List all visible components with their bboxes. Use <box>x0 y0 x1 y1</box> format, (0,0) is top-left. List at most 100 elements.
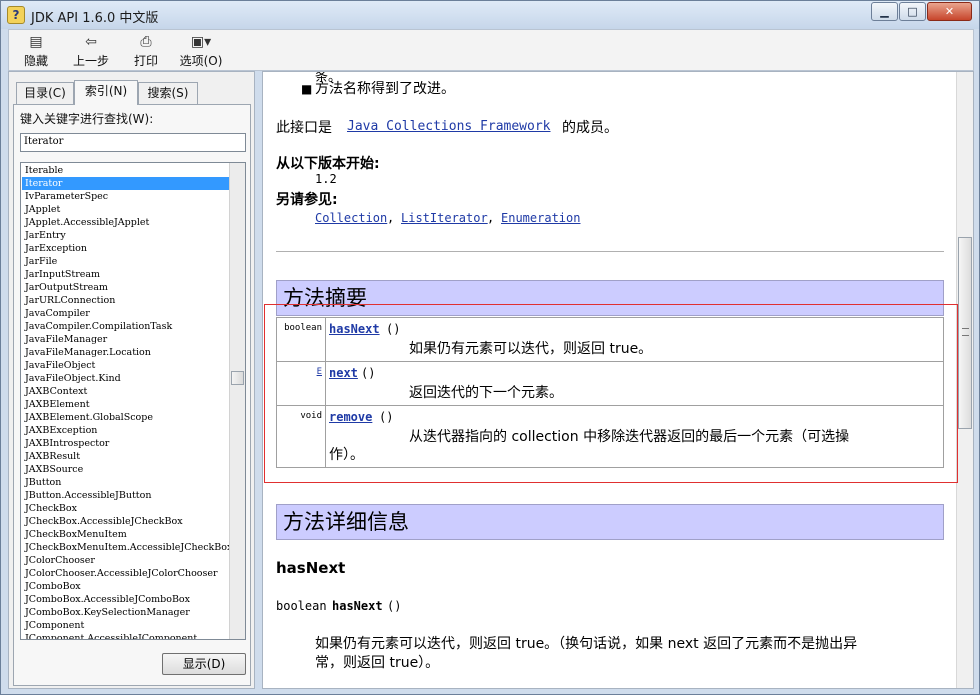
list-item[interactable]: JComboBox <box>22 580 229 593</box>
member-suffix: 的成员。 <box>562 120 618 136</box>
tab-index[interactable]: 索引(N) <box>74 80 138 105</box>
printer-icon: ⎙ <box>140 34 152 50</box>
list-item[interactable]: JavaCompiler.CompilationTask <box>22 320 229 333</box>
title-bar[interactable]: ? JDK API 1.6.0 中文版 ▁ □ ✕ <box>1 1 979 29</box>
collections-framework-link[interactable]: Java Collections Framework <box>347 119 551 134</box>
list-item[interactable]: JarException <box>22 242 229 255</box>
detail-sig-type: boolean <box>276 599 327 613</box>
back-arrow-icon: ⇦ <box>85 34 97 50</box>
see-link-listiterator[interactable]: ListIterator <box>401 211 488 225</box>
list-item[interactable]: JavaFileManager <box>22 333 229 346</box>
list-item[interactable]: JComponent <box>22 619 229 632</box>
list-item[interactable]: JCheckBoxMenuItem.AccessibleJCheckBoxMe <box>22 541 229 554</box>
index-scrollbar[interactable] <box>229 163 245 639</box>
detail-desc-line2: 常，则返回 true）。 <box>315 655 440 671</box>
since-label: 从以下版本开始: <box>276 156 380 172</box>
doc-page: 条。 ■ 方法名称得到了改进。 此接口是 Java Collections Fr… <box>263 72 958 688</box>
options-button[interactable]: ▣▾ 选项(O) <box>179 34 223 70</box>
list-item[interactable]: JarOutputStream <box>22 281 229 294</box>
content-scroll-thumb[interactable] <box>958 237 972 429</box>
options-icon: ▣▾ <box>190 34 212 50</box>
method-type: boolean <box>277 318 326 361</box>
hide-pane-icon: ▤ <box>29 34 43 50</box>
table-row: void remove () 从迭代器指向的 collection 中移除迭代器… <box>277 406 943 467</box>
index-list[interactable]: Iterable Iterator IvParameterSpec JApplet JA… <box>20 162 246 640</box>
list-item[interactable]: JarFile <box>22 255 229 268</box>
method-link-remove[interactable]: remove <box>329 410 372 424</box>
method-desc: 从迭代器指向的 collection 中移除迭代器返回的最后一个元素（可选操 <box>409 429 850 445</box>
list-item[interactable]: JavaCompiler <box>22 307 229 320</box>
method-sig: () <box>361 366 376 380</box>
detail-desc-line1: 如果仍有元素可以迭代，则返回 true。（换句话说，如果 next 返回了元素而… <box>315 636 858 652</box>
close-button[interactable]: ✕ <box>927 2 972 21</box>
list-item[interactable]: Iterable <box>22 164 229 177</box>
method-desc: 如果仍有元素可以迭代，则返回 true。 <box>409 341 653 357</box>
content-scrollbar[interactable] <box>956 72 973 688</box>
back-label: 上一步 <box>72 54 109 68</box>
list-item[interactable]: JAXBException <box>22 424 229 437</box>
grip-icon <box>962 328 969 336</box>
detail-sig-name: hasNext <box>332 599 383 613</box>
hide-button[interactable]: ▤ 隐藏 <box>21 34 51 70</box>
list-item[interactable]: JavaFileObject.Kind <box>22 372 229 385</box>
list-item[interactable]: JComponent.AccessibleJComponent <box>22 632 229 639</box>
method-link-next[interactable]: next <box>329 366 358 380</box>
minimize-button[interactable]: ▁ <box>871 2 898 21</box>
bullet-text: 方法名称得到了改进。 <box>315 81 455 97</box>
list-item[interactable]: JColorChooser <box>22 554 229 567</box>
list-item[interactable]: JAXBSource <box>22 463 229 476</box>
keyword-input[interactable]: Iterator <box>20 133 246 152</box>
list-item[interactable]: JCheckBox.AccessibleJCheckBox <box>22 515 229 528</box>
method-link-hasnext[interactable]: hasNext <box>329 322 380 336</box>
table-row: boolean hasNext () 如果仍有元素可以迭代，则返回 true。 <box>277 318 943 362</box>
list-item[interactable]: JAXBElement <box>22 398 229 411</box>
navigation-pane: 目录(C) 索引(N) 搜索(S) 键入关键字进行查找(W): Iterator… <box>8 71 255 689</box>
back-button[interactable]: ⇦ 上一步 <box>71 34 111 70</box>
list-item[interactable]: JApplet.AccessibleJApplet <box>22 216 229 229</box>
print-label: 打印 <box>133 54 158 68</box>
tab-contents[interactable]: 目录(C) <box>16 82 74 104</box>
bullet-icon: ■ <box>301 82 313 96</box>
see-sep-1: , <box>387 211 395 225</box>
method-desc: 返回迭代的下一个元素。 <box>409 385 563 401</box>
list-item[interactable]: JavaFileManager.Location <box>22 346 229 359</box>
list-item[interactable]: JavaFileObject <box>22 359 229 372</box>
list-item[interactable]: JAXBResult <box>22 450 229 463</box>
detail-sig-parens: () <box>387 599 402 613</box>
tab-search[interactable]: 搜索(S) <box>138 82 198 104</box>
list-item[interactable]: JButton.AccessibleJButton <box>22 489 229 502</box>
display-button[interactable]: 显示(D) <box>162 653 246 675</box>
list-item[interactable]: JComboBox.KeySelectionManager <box>22 606 229 619</box>
method-detail-header: 方法详细信息 <box>276 504 944 540</box>
method-sig: () <box>386 322 401 336</box>
see-link-collection[interactable]: Collection <box>315 211 387 225</box>
list-item[interactable]: JButton <box>22 476 229 489</box>
method-desc-cont: 作）。 <box>329 447 364 463</box>
maximize-button[interactable]: □ <box>899 2 926 21</box>
list-item[interactable]: JCheckBox <box>22 502 229 515</box>
method-sig: () <box>379 410 394 424</box>
list-item[interactable]: JComboBox.AccessibleJComboBox <box>22 593 229 606</box>
method-type-link[interactable]: E <box>277 362 326 405</box>
hide-label: 隐藏 <box>23 54 48 68</box>
index-scroll-thumb[interactable] <box>231 371 244 385</box>
index-items: Iterable Iterator IvParameterSpec JApplet JA… <box>22 164 229 639</box>
member-prefix: 此接口是 <box>276 120 332 136</box>
list-item[interactable]: JAXBContext <box>22 385 229 398</box>
list-item[interactable]: JCheckBoxMenuItem <box>22 528 229 541</box>
print-button[interactable]: ⎙ 打印 <box>131 34 161 70</box>
list-item[interactable]: JarURLConnection <box>22 294 229 307</box>
list-item[interactable]: JApplet <box>22 203 229 216</box>
see-link-enumeration[interactable]: Enumeration <box>501 211 580 225</box>
list-item[interactable]: Iterator <box>22 177 229 190</box>
list-item[interactable]: JAXBElement.GlobalScope <box>22 411 229 424</box>
list-item[interactable]: JAXBIntrospector <box>22 437 229 450</box>
list-item[interactable]: IvParameterSpec <box>22 190 229 203</box>
list-item[interactable]: JColorChooser.AccessibleJColorChooser <box>22 567 229 580</box>
window-title: JDK API 1.6.0 中文版 <box>31 11 159 26</box>
list-item[interactable]: JarEntry <box>22 229 229 242</box>
help-book-icon: ? <box>7 6 25 24</box>
list-item[interactable]: JarInputStream <box>22 268 229 281</box>
divider <box>276 251 944 252</box>
content-pane: 条。 ■ 方法名称得到了改进。 此接口是 Java Collections Fr… <box>262 71 974 689</box>
